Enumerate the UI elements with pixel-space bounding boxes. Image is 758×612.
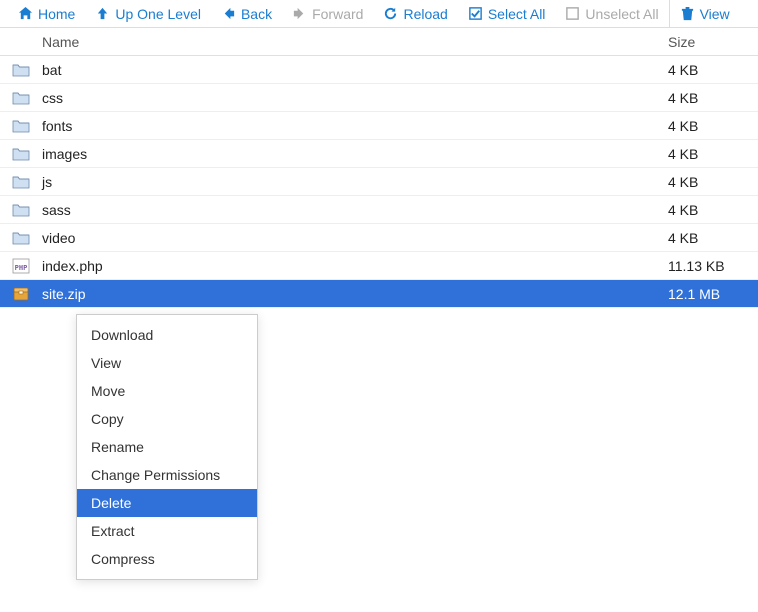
file-size: 4 KB [668,230,758,246]
select-all-button[interactable]: Select All [458,0,556,27]
reload-label: Reload [403,6,447,22]
folder-icon [0,145,42,163]
folder-icon [0,117,42,135]
file-row[interactable]: sass4 KB [0,196,758,224]
context-menu: DownloadViewMoveCopyRenameChange Permiss… [76,314,258,580]
context-menu-item[interactable]: Compress [77,545,257,573]
check-square-icon [468,6,483,21]
folder-icon [0,201,42,219]
php-icon [0,257,42,275]
file-row[interactable]: index.php11.13 KB [0,252,758,280]
trash-icon [680,6,695,21]
file-name: images [42,146,668,162]
forward-label: Forward [312,6,363,22]
file-row[interactable]: css4 KB [0,84,758,112]
zip-icon [0,285,42,303]
home-button[interactable]: Home [8,0,85,27]
context-menu-item[interactable]: Copy [77,405,257,433]
context-menu-item[interactable]: Rename [77,433,257,461]
context-menu-item[interactable]: Move [77,377,257,405]
file-name: index.php [42,258,668,274]
file-size: 4 KB [668,62,758,78]
home-icon [18,6,33,21]
home-label: Home [38,6,75,22]
file-name: bat [42,62,668,78]
unselect-all-button[interactable]: Unselect All [555,0,668,27]
context-menu-item[interactable]: Delete [77,489,257,517]
file-row[interactable]: site.zip12.1 MB [0,280,758,308]
forward-arrow-icon [292,6,307,21]
reload-icon [383,6,398,21]
up-arrow-icon [95,6,110,21]
folder-icon [0,173,42,191]
forward-button[interactable]: Forward [282,0,373,27]
file-size: 4 KB [668,118,758,134]
reload-button[interactable]: Reload [373,0,457,27]
context-menu-item[interactable]: Extract [77,517,257,545]
back-button[interactable]: Back [211,0,282,27]
list-header: Name Size [0,28,758,56]
file-size: 4 KB [668,202,758,218]
column-header-name[interactable]: Name [42,34,668,50]
file-name: js [42,174,668,190]
file-size: 4 KB [668,174,758,190]
file-name: css [42,90,668,106]
file-name: fonts [42,118,668,134]
file-row[interactable]: video4 KB [0,224,758,252]
select-all-label: Select All [488,6,546,22]
file-size: 12.1 MB [668,286,758,302]
view-button[interactable]: View [669,0,740,27]
file-size: 4 KB [668,146,758,162]
file-size: 4 KB [668,90,758,106]
file-row[interactable]: bat4 KB [0,56,758,84]
file-row[interactable]: js4 KB [0,168,758,196]
context-menu-item[interactable]: Download [77,321,257,349]
file-size: 11.13 KB [668,258,758,274]
folder-icon [0,229,42,247]
back-arrow-icon [221,6,236,21]
file-list: bat4 KBcss4 KBfonts4 KBimages4 KBjs4 KBs… [0,56,758,308]
unselect-all-label: Unselect All [585,6,658,22]
folder-icon [0,61,42,79]
back-label: Back [241,6,272,22]
view-label: View [700,6,730,22]
context-menu-item[interactable]: View [77,349,257,377]
file-row[interactable]: images4 KB [0,140,758,168]
up-label: Up One Level [115,6,201,22]
square-icon [565,6,580,21]
column-header-size[interactable]: Size [668,34,758,50]
file-name: video [42,230,668,246]
context-menu-item[interactable]: Change Permissions [77,461,257,489]
up-one-level-button[interactable]: Up One Level [85,0,211,27]
toolbar: Home Up One Level Back Forward Reload Se… [0,0,758,28]
file-row[interactable]: fonts4 KB [0,112,758,140]
file-name: sass [42,202,668,218]
folder-icon [0,89,42,107]
file-name: site.zip [42,286,668,302]
